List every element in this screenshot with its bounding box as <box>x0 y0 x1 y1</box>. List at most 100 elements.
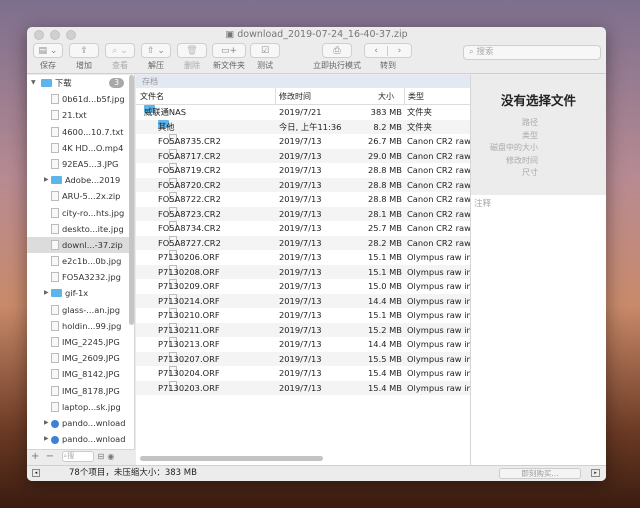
sidebar-item[interactable]: city-ro...hts.jpg <box>27 205 134 221</box>
new-folder-button[interactable]: ▭+ 新文件夹 <box>212 43 246 71</box>
sidebar-item[interactable]: e2c1b...0b.jpg <box>27 253 134 269</box>
toggle-sidebar-icon[interactable]: ◂ <box>32 469 40 477</box>
table-row[interactable]: FO5A8723.CR2 2019/7/13 28.1 MB Canon CR2 ra… <box>136 206 470 221</box>
new-folder-icon: ▭+ <box>212 43 246 58</box>
file-date: 2019/7/13 <box>279 194 322 204</box>
sidebar-item[interactable]: ▶ Adobe...2019 <box>27 172 134 188</box>
sidebar-item[interactable]: ▶ gif-1x <box>27 285 134 301</box>
sidebar-item[interactable]: downl...-37.zip <box>27 236 134 254</box>
add-icon[interactable]: + <box>31 451 39 462</box>
file-type: Olympus raw im <box>407 281 470 291</box>
file-name: P7130213.ORF <box>158 339 220 349</box>
sidebar-item-label: ARU-5...2x.zip <box>62 191 121 202</box>
table-row[interactable]: P7130210.ORF 2019/7/13 15.1 MB Olympus raw … <box>136 308 470 323</box>
file-date: 2019/7/13 <box>279 208 322 219</box>
preview-icon[interactable]: ◉ <box>107 452 114 461</box>
column-date[interactable]: 修改时间 <box>275 88 311 105</box>
instant-mode-button[interactable]: ⎙ 立即执行模式 <box>309 43 365 71</box>
sidebar-scrollbar[interactable] <box>129 75 134 325</box>
sidebar-item[interactable]: deskto...ite.jpg <box>27 221 134 237</box>
file-name: P7130209.ORF <box>158 281 220 291</box>
sidebar-item[interactable]: IMG_8142.JPG <box>27 366 134 382</box>
table-row[interactable]: P7130207.ORF 2019/7/13 15.5 MB Olympus raw … <box>136 351 470 366</box>
table-row[interactable]: FO5A8722.CR2 2019/7/13 28.8 MB Canon CR2 ra… <box>136 192 470 207</box>
table-row[interactable]: P7130211.ORF 2019/7/13 15.2 MB Olympus raw … <box>136 322 470 337</box>
sidebar-item[interactable]: 4600...10.7.txt <box>27 124 134 140</box>
table-row[interactable]: ▼ 威联通NAS2019/7/21383 MB文件夹 <box>136 105 470 120</box>
toolbar: ▤ ⌄ 保存 ⇪ 增加 ⌕ ⌄ 查看 ⇧ ⌄ 解压 🗑 删除 ▭+ 新文件夹 ☑ 测试 ⎙ 立即… <box>27 43 606 74</box>
file-size: 15.1 MB <box>368 252 402 262</box>
search-input[interactable]: ⌕ 搜索 <box>463 45 601 60</box>
table-row[interactable]: FO5A8735.CR2 2019/7/13 26.7 MB Canon CR2 ra… <box>136 134 470 149</box>
table-row[interactable]: FO5A8727.CR2 2019/7/13 28.2 MB Canon CR2 ra… <box>136 235 470 250</box>
count-badge: 3 <box>109 78 124 88</box>
file-icon <box>51 223 59 234</box>
toggle-inspector-icon[interactable]: ▸ <box>591 469 600 477</box>
file-type: Canon CR2 raw <box>407 194 470 204</box>
table-row[interactable]: P7130209.ORF 2019/7/13 15.0 MB Olympus raw … <box>136 279 470 294</box>
add-button[interactable]: ⇪ 增加 <box>69 43 99 71</box>
save-button[interactable]: ▤ ⌄ 保存 <box>33 43 63 71</box>
forward-button[interactable]: › <box>388 46 411 56</box>
delete-button[interactable]: 🗑 删除 <box>177 43 207 71</box>
file-icon <box>51 239 59 250</box>
sidebar-item[interactable]: glass-...an.jpg <box>27 302 134 318</box>
file-icon <box>51 191 59 202</box>
file-name: P7130206.ORF <box>158 252 220 262</box>
close-button[interactable] <box>34 30 44 40</box>
table-row[interactable]: ▶ 其他今日, 上午11:368.2 MB文件夹 <box>136 119 470 134</box>
table-row[interactable]: P7130214.ORF 2019/7/13 14.4 MB Olympus raw … <box>136 293 470 308</box>
sidebar-item[interactable]: holdin...99.jpg <box>27 318 134 334</box>
extract-button[interactable]: ⇧ ⌄ 解压 <box>141 43 171 71</box>
column-name[interactable]: 文件名 <box>140 88 164 105</box>
sidebar: ▼ 下载 3 0b61d...b5f.jpg 21.txt 4600...10.7.tx… <box>27 75 135 465</box>
table-row[interactable]: FO5A8734.CR2 2019/7/13 25.7 MB Canon CR2 ra… <box>136 221 470 236</box>
file-type: Canon CR2 raw <box>407 150 470 161</box>
sidebar-item[interactable]: ARU-5...2x.zip <box>27 188 134 204</box>
file-size: 15.4 MB <box>368 382 402 393</box>
test-button[interactable]: ☑ 测试 <box>250 43 280 71</box>
table-row[interactable]: FO5A8717.CR2 2019/7/13 29.0 MB Canon CR2 ra… <box>136 148 470 163</box>
sidebar-item-label: gif-1x <box>65 288 89 299</box>
sidebar-item[interactable]: IMG_2245.JPG <box>27 334 134 350</box>
comment-field[interactable]: 注释 <box>471 195 606 211</box>
table-row[interactable]: P7130206.ORF 2019/7/13 15.1 MB Olympus raw … <box>136 250 470 265</box>
file-type: Canon CR2 raw <box>407 165 470 175</box>
buy-now-button[interactable]: 即刻购买... <box>499 468 581 479</box>
file-name: 其他 <box>158 121 175 132</box>
view-button[interactable]: ⌕ ⌄ 查看 <box>105 43 135 71</box>
sidebar-item-label: pando...wnload <box>62 417 126 428</box>
zoom-button[interactable] <box>66 30 76 40</box>
table-row[interactable]: FO5A8719.CR2 2019/7/13 28.8 MB Canon CR2 ra… <box>136 163 470 178</box>
column-type[interactable]: 类型 <box>404 88 424 105</box>
inspector-panel: 没有选择文件 路径 类型 磁盘中的大小 修改时间 尺寸 注释 <box>470 75 606 465</box>
sidebar-item[interactable]: laptop...sk.jpg <box>27 399 134 415</box>
minimize-button[interactable] <box>50 30 60 40</box>
view-label: 查看 <box>112 61 128 70</box>
sidebar-item[interactable]: ▶ pando...wnload <box>27 431 134 447</box>
file-size: 29.0 MB <box>368 150 402 161</box>
sidebar-search-input[interactable]: ⌕搜 <box>62 451 95 462</box>
table-row[interactable]: P7130213.ORF 2019/7/13 14.4 MB Olympus raw … <box>136 337 470 352</box>
sidebar-item[interactable]: 0b61d...b5f.jpg <box>27 91 134 107</box>
file-date: 2019/7/13 <box>279 237 322 248</box>
table-row[interactable]: P7130203.ORF 2019/7/13 15.4 MB Olympus raw … <box>136 380 470 395</box>
checkbox-icon: ☑ <box>250 43 280 58</box>
horizontal-scrollbar[interactable] <box>140 456 323 461</box>
sidebar-item[interactable]: IMG_2609.JPG <box>27 350 134 366</box>
sidebar-item[interactable]: IMG_8178.JPG <box>27 383 134 399</box>
back-button[interactable]: ‹ <box>365 45 389 56</box>
sidebar-item[interactable]: FO5A3232.jpg <box>27 269 134 285</box>
remove-icon[interactable]: − <box>46 451 54 462</box>
file-name: FO5A8734.CR2 <box>158 223 221 233</box>
table-row[interactable]: P7130208.ORF 2019/7/13 15.1 MB Olympus raw … <box>136 264 470 279</box>
table-row[interactable]: FO5A8720.CR2 2019/7/13 28.8 MB Canon CR2 ra… <box>136 177 470 192</box>
table-row[interactable]: P7130204.ORF 2019/7/13 15.4 MB Olympus raw … <box>136 366 470 381</box>
view-options-icon[interactable]: ⊟ <box>98 452 105 461</box>
column-size[interactable]: 大小 <box>378 88 394 105</box>
sidebar-item[interactable]: 21.txt <box>27 107 134 123</box>
sidebar-item[interactable]: 92EA5...3.JPG <box>27 156 134 172</box>
sidebar-root-downloads[interactable]: ▼ 下载 3 <box>27 75 134 91</box>
sidebar-item[interactable]: ▶ pando...wnload <box>27 415 134 431</box>
sidebar-item[interactable]: 4K HD...O.mp4 <box>27 140 134 156</box>
